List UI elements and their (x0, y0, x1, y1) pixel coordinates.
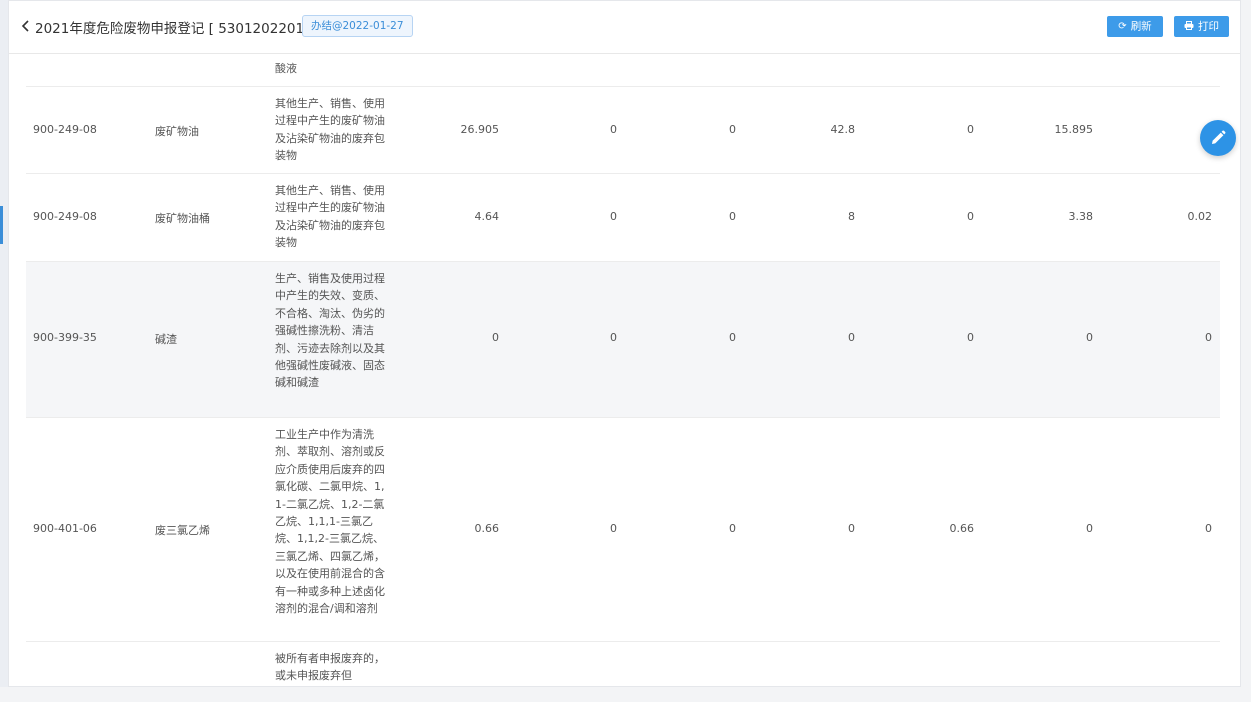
row-description: 工业生产中作为清洗剂、萃取剂、溶剂或反应介质使用后废弃的四氯化碳、二氯甲烷、1,… (275, 428, 385, 616)
value-cell: 8 (848, 210, 855, 223)
row-description: 其他生产、销售、使用过程中产生的废矿物油及沾染矿物油的废弃包装物 (275, 184, 385, 250)
value-cell: 26.905 (460, 123, 500, 136)
value-cell: 0.66 (474, 522, 500, 535)
waste-name: 废矿物油桶 (155, 212, 210, 225)
table-row: 酸液 (26, 53, 1220, 87)
waste-code: 900-249-08 (33, 123, 97, 136)
row-description: 被所有者申报废弃的，或未申报废弃但 (275, 652, 385, 683)
value-cell: 4.64 (474, 210, 500, 223)
value-cell: 0 (967, 331, 974, 344)
value-cell: 0 (729, 331, 736, 344)
value-cell: 0 (848, 522, 855, 535)
edit-button[interactable] (1200, 120, 1236, 156)
table-row: 900-399-35 碱渣 生产、销售及使用过程中产生的失效、变质、不合格、淘汰… (26, 262, 1220, 418)
refresh-button[interactable]: ⟳ 刷新 (1107, 16, 1163, 37)
waste-code: 900-249-08 (33, 210, 97, 223)
waste-code: 900-401-06 (33, 522, 97, 535)
waste-name: 废矿物油 (155, 125, 199, 138)
value-cell: 0 (729, 522, 736, 535)
table-row: 900-249-08 废矿物油桶 其他生产、销售、使用过程中产生的废矿物油及沾染… (26, 174, 1220, 262)
value-cell: 0 (967, 210, 974, 223)
value-cell: 42.8 (830, 123, 856, 136)
row-description: 其他生产、销售、使用过程中产生的废矿物油及沾染矿物油的废弃包装物 (275, 97, 385, 163)
value-cell: 0 (729, 210, 736, 223)
row-description: 酸液 (275, 62, 297, 75)
refresh-button-label: 刷新 (1130, 20, 1152, 33)
value-cell: 0 (848, 331, 855, 344)
print-button-label: 打印 (1198, 20, 1219, 33)
value-cell: 0 (1086, 331, 1093, 344)
pencil-icon (1212, 130, 1226, 144)
waste-name: 碱渣 (155, 333, 177, 346)
value-cell: 0 (610, 210, 617, 223)
page-header: 2021年度危险废物申报登记 [ 53012022010711 ] 办结@202… (9, 1, 1240, 54)
refresh-icon: ⟳ (1118, 21, 1127, 32)
main-panel: 2021年度危险废物申报登记 [ 53012022010711 ] 办结@202… (8, 0, 1241, 687)
value-cell: 0 (610, 522, 617, 535)
left-nav-active-indicator (0, 206, 3, 244)
status-badge: 办结@2022-01-27 (302, 15, 413, 37)
table-row: 900-401-06 废三氯乙烯 工业生产中作为清洗剂、萃取剂、溶剂或反应介质使… (26, 418, 1220, 642)
printer-icon (1184, 16, 1194, 37)
value-cell: 0 (610, 123, 617, 136)
row-description: 生产、销售及使用过程中产生的失效、变质、不合格、淘汰、伪劣的强碱性擦洗粉、清洁剂… (275, 272, 385, 390)
table-row: 900-249-08 废矿物油 其他生产、销售、使用过程中产生的废矿物油及沾染矿… (26, 87, 1220, 174)
waste-table: 酸液 900-249-08 废矿物油 其他生产、销售、使用过程中产生的废矿物油及… (26, 53, 1220, 702)
value-cell: 0 (729, 123, 736, 136)
table-row: 被所有者申报废弃的，或未申报废弃但 (26, 642, 1220, 702)
value-cell: 3.38 (1068, 210, 1094, 223)
left-nav-edge (0, 0, 8, 687)
value-cell: 0 (1086, 522, 1093, 535)
value-cell: 0 (492, 331, 499, 344)
value-cell: 0.66 (949, 522, 975, 535)
value-cell: 0 (610, 331, 617, 344)
waste-code: 900-399-35 (33, 331, 97, 344)
print-button[interactable]: 打印 (1174, 16, 1229, 37)
chevron-left-icon[interactable] (21, 18, 30, 34)
value-cell: 0.02 (1187, 210, 1213, 223)
value-cell: 0 (1205, 331, 1212, 344)
value-cell: 0 (967, 123, 974, 136)
value-cell: 15.895 (1054, 123, 1094, 136)
waste-name: 废三氯乙烯 (155, 524, 210, 537)
value-cell: 0 (1205, 522, 1212, 535)
